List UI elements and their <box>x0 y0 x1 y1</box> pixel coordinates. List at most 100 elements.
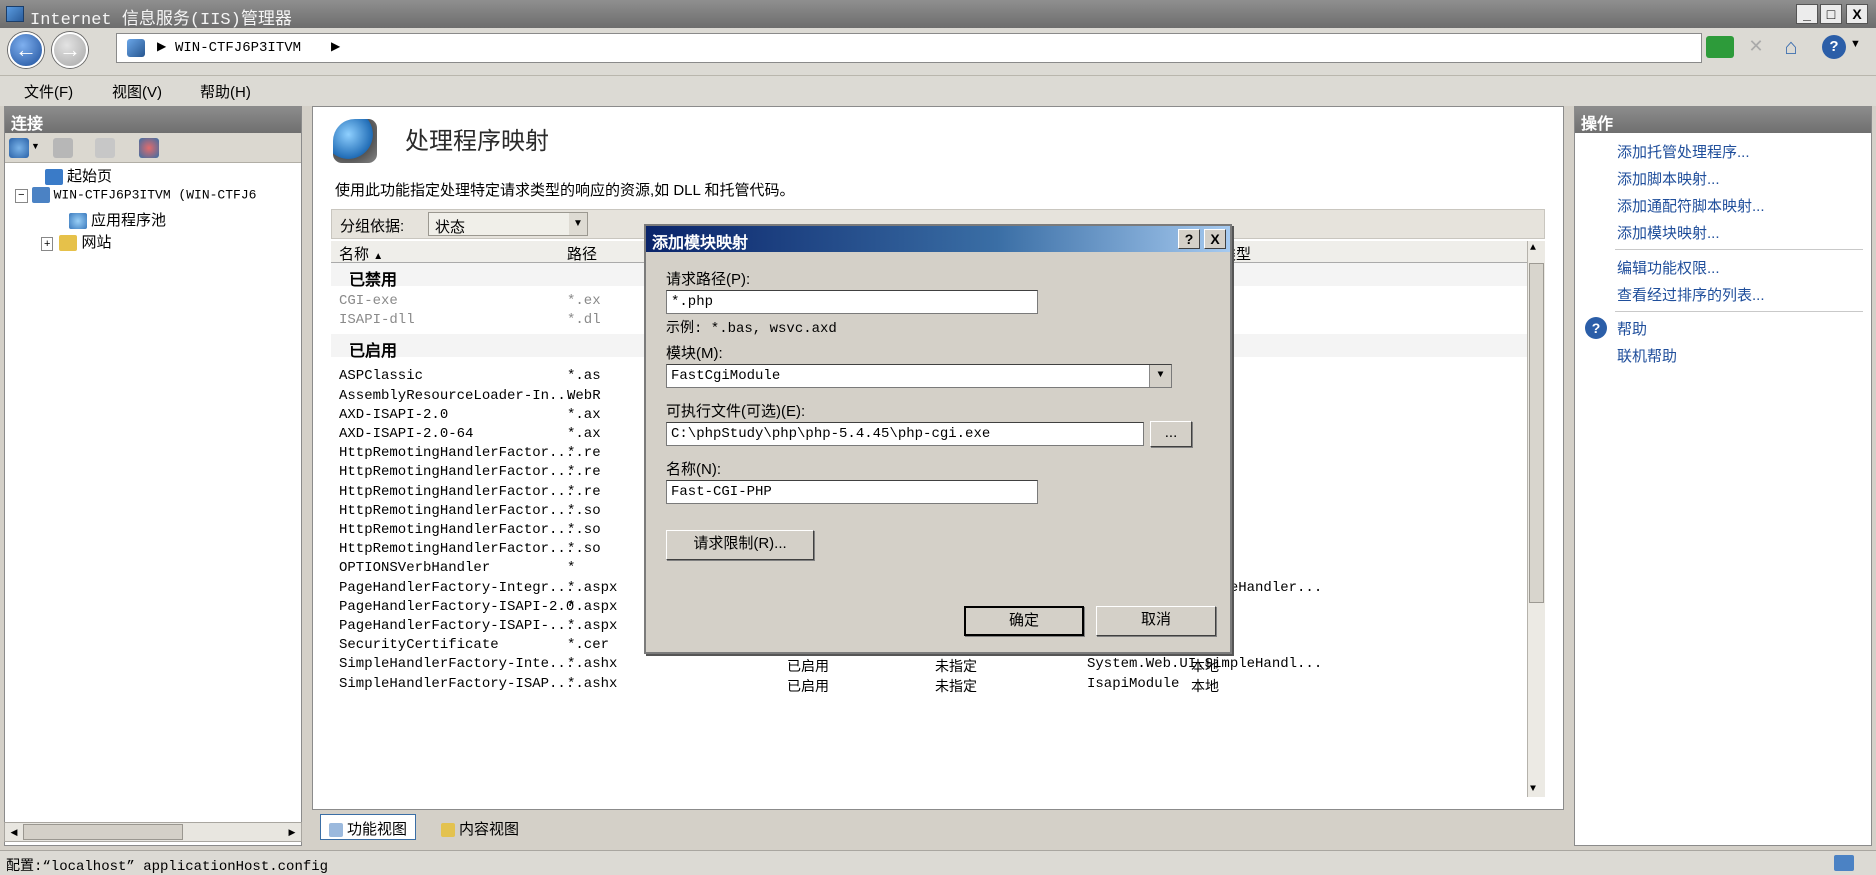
ok-button[interactable]: 确定 <box>964 606 1084 636</box>
table-cell-name: AssemblyResourceLoader-In... <box>339 387 575 404</box>
table-cell-name: ASPClassic <box>339 368 424 385</box>
dialog-help-button[interactable]: ? <box>1178 229 1200 249</box>
action-add-module-mapping[interactable]: 添加模块映射... <box>1617 222 1720 243</box>
action-add-managed-handler[interactable]: 添加托管处理程序... <box>1617 141 1750 162</box>
action-view-ordered-list[interactable]: 查看经过排序的列表... <box>1617 284 1765 305</box>
column-header-name[interactable]: 名称 ▲ <box>339 243 383 264</box>
home-icon[interactable]: ⌂ <box>1778 34 1804 59</box>
table-cell-name: ISAPI-dll <box>339 312 415 329</box>
scroll-thumb[interactable] <box>23 824 183 840</box>
server-status-icon <box>1834 855 1854 871</box>
chevron-down-icon[interactable]: ▼ <box>1149 365 1171 387</box>
menu-bar <box>0 76 1876 106</box>
close-button[interactable]: X <box>1846 4 1868 24</box>
tab-features-view[interactable]: 功能视图 <box>320 814 417 840</box>
table-cell-name: OPTIONSVerbHandler <box>339 560 491 577</box>
table-cell-path: *.cer <box>567 637 610 654</box>
table-row[interactable]: SimpleHandlerFactory-ISAP... *.ashx 已启用 未指定… <box>331 673 1527 696</box>
start-page-icon <box>45 169 63 186</box>
stop-icon[interactable]: ✕ <box>1744 36 1768 58</box>
tree-item-start-page[interactable]: 起始页 <box>45 165 112 186</box>
dialog-title-bar: 添加模块映射 ? X <box>646 226 1230 252</box>
tab-content-view[interactable]: 内容视图 <box>432 814 528 840</box>
save-icon[interactable] <box>53 138 73 158</box>
address-segment-server[interactable]: WIN-CTFJ6P3ITVM <box>175 40 301 56</box>
address-bar[interactable]: ▶ WIN-CTFJ6P3ITVM ▶ <box>116 33 1702 63</box>
disconnect-icon[interactable] <box>139 138 159 158</box>
module-select[interactable]: FastCgiModule ▼ <box>666 364 1172 388</box>
maximize-button[interactable]: □ <box>1820 4 1842 24</box>
view-tabs: 功能视图 内容视图 <box>312 812 1564 842</box>
table-cell-path: *.so <box>567 522 601 538</box>
expand-icon[interactable]: + <box>41 237 54 251</box>
table-cell-name: HttpRemotingHandlerFactor... <box>339 522 575 538</box>
scroll-left-icon[interactable]: ◀ <box>5 823 23 841</box>
table-cell-path: *.aspx <box>567 579 618 596</box>
tree-item-server[interactable]: − WIN-CTFJ6P3ITVM (WIN-CTFJ6 <box>15 187 256 204</box>
add-module-mapping-dialog: 添加模块映射 ? X 请求路径(P): *.php 示例: *.bas, wsv… <box>644 224 1232 654</box>
window-title: Internet 信息服务(IIS)管理器 <box>30 11 292 30</box>
collapse-icon[interactable]: − <box>15 189 28 204</box>
request-path-label: 请求路径(P): <box>666 271 751 288</box>
scroll-thumb[interactable] <box>1529 263 1544 603</box>
action-add-script-map[interactable]: 添加脚本映射... <box>1617 168 1720 189</box>
action-add-wildcard-script-map[interactable]: 添加通配符脚本映射... <box>1617 195 1765 216</box>
forward-arrow-icon[interactable]: → <box>52 32 88 68</box>
group-by-select[interactable]: 状态 ▼ <box>428 212 588 236</box>
tree-item-app-pools[interactable]: 应用程序池 <box>69 209 166 230</box>
action-online-help[interactable]: 联机帮助 <box>1617 345 1677 366</box>
module-label: 模块(M): <box>666 345 723 362</box>
column-header-path[interactable]: 路径 <box>567 243 597 264</box>
menu-view[interactable]: 视图(V) <box>106 78 168 105</box>
back-arrow-icon[interactable]: ← <box>8 32 44 68</box>
connections-header: 连接 <box>5 107 301 133</box>
menu-file[interactable]: 文件(F) <box>18 78 79 105</box>
connect-dropdown-icon[interactable]: ▼ <box>31 141 40 151</box>
table-cell-name: PageHandlerFactory-ISAPI-... <box>339 618 575 634</box>
table-cell-name: SimpleHandlerFactory-ISAP... <box>339 675 575 692</box>
action-help[interactable]: 帮助 <box>1617 318 1647 339</box>
connections-panel: 连接 ▼ 起始页 − WIN-CTFJ6P3ITVM (WIN-CTFJ6 应用程… <box>4 106 302 846</box>
browse-button[interactable]: ... <box>1150 421 1192 447</box>
table-cell-path: *.as <box>567 368 601 385</box>
table-cell-name: AXD-ISAPI-2.0 <box>339 406 449 423</box>
address-chevron-icon[interactable]: ▶ <box>331 39 340 53</box>
dialog-close-button[interactable]: X <box>1204 229 1226 249</box>
help-icon: ? <box>1585 317 1607 339</box>
tab-label: 内容视图 <box>459 821 520 838</box>
help-icon[interactable]: ? <box>1822 35 1846 59</box>
scroll-down-icon[interactable]: ▼ <box>1530 784 1536 795</box>
dialog-title: 添加模块映射 <box>652 235 749 252</box>
tab-label: 功能视图 <box>347 821 408 838</box>
chevron-down-icon[interactable]: ▼ <box>569 213 587 235</box>
tree-item-sites[interactable]: + 网站 <box>41 231 111 252</box>
table-cell-name: HttpRemotingHandlerFactor... <box>339 502 575 519</box>
table-cell-name: PageHandlerFactory-ISAPI-2.0 <box>339 598 575 615</box>
table-cell-name: SimpleHandlerFactory-Inte... <box>339 656 575 673</box>
up-icon[interactable] <box>95 138 115 158</box>
executable-label: 可执行文件(可选)(E): <box>666 403 806 420</box>
scroll-up-icon[interactable]: ▲ <box>1530 243 1536 254</box>
connect-globe-icon[interactable] <box>9 138 29 158</box>
request-restrictions-button[interactable]: 请求限制(R)... <box>666 530 814 560</box>
name-label: 名称(N): <box>666 461 721 478</box>
minimize-button[interactable]: _ <box>1796 4 1818 24</box>
table-cell-path: *.re <box>567 464 601 481</box>
server-icon <box>127 39 145 57</box>
table-vertical-scrollbar[interactable]: ▲ ▼ <box>1527 241 1545 797</box>
page-description: 使用此功能指定处理特定请求类型的响应的资源,如 DLL 和托管代码。 <box>335 182 795 199</box>
tree-label: 网站 <box>81 234 112 251</box>
refresh-icon[interactable] <box>1706 36 1734 58</box>
cancel-button[interactable]: 取消 <box>1096 606 1216 636</box>
action-edit-feature-permissions[interactable]: 编辑功能权限... <box>1617 257 1720 278</box>
connections-horizontal-scrollbar[interactable]: ◀ ▶ <box>4 822 302 842</box>
scroll-right-icon[interactable]: ▶ <box>283 823 301 841</box>
table-cell-name: PageHandlerFactory-Integr... <box>339 579 575 596</box>
menu-help[interactable]: 帮助(H) <box>194 78 257 105</box>
request-path-input[interactable]: *.php <box>666 290 1038 314</box>
app-pool-icon <box>69 213 87 230</box>
table-cell-path: *.ex <box>567 293 601 309</box>
help-dropdown-icon[interactable]: ▼ <box>1850 38 1861 50</box>
name-input[interactable]: Fast-CGI-PHP <box>666 480 1038 504</box>
executable-input[interactable]: C:\phpStudy\php\php-5.4.45\php-cgi.exe <box>666 422 1144 446</box>
